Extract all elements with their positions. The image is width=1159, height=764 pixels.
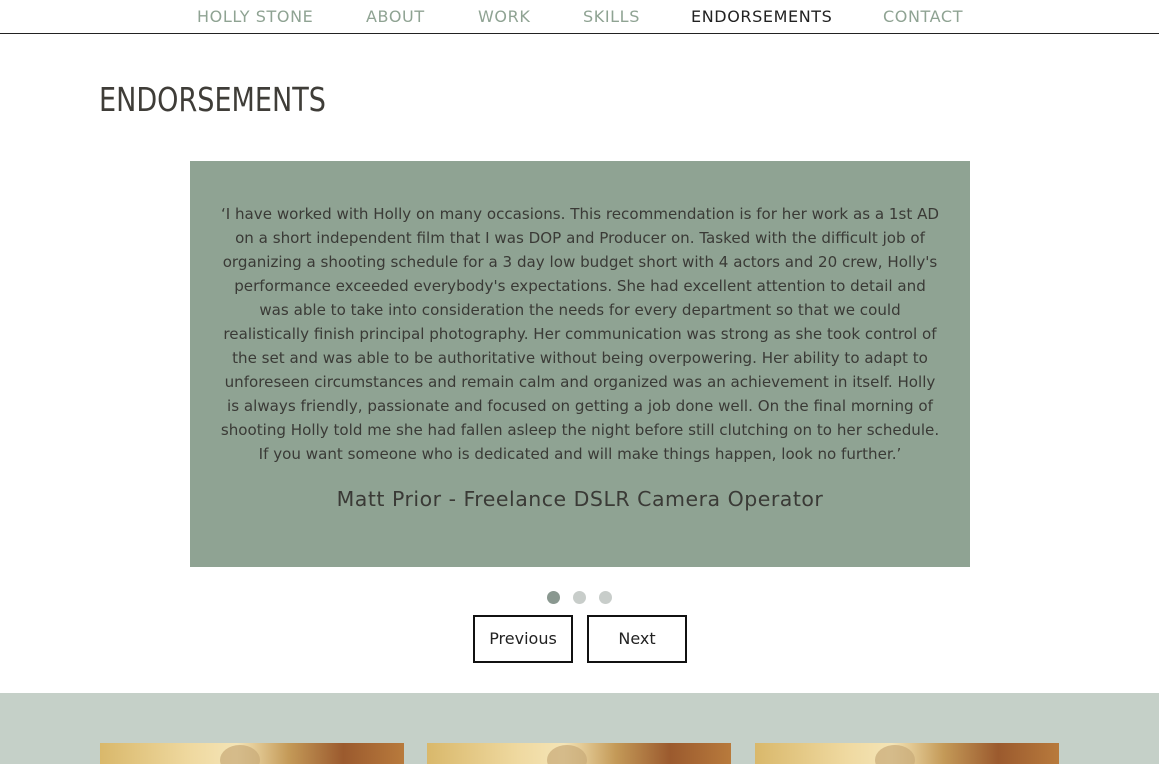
nav-item-holly-stone[interactable]: HOLLY STONE xyxy=(197,7,313,26)
portfolio-image-1[interactable] xyxy=(100,743,404,764)
carousel-dot-2[interactable] xyxy=(573,591,586,604)
nav-item-skills[interactable]: SKILLS xyxy=(583,7,640,26)
portfolio-image-3[interactable] xyxy=(755,743,1059,764)
portfolio-image-2[interactable] xyxy=(427,743,731,764)
nav-item-work[interactable]: WORK xyxy=(478,7,530,26)
previous-button[interactable]: Previous xyxy=(473,615,573,663)
portfolio-band xyxy=(0,693,1159,764)
carousel-dot-1[interactable] xyxy=(547,591,560,604)
endorsement-quote: ‘I have worked with Holly on many occasi… xyxy=(220,205,940,463)
page-title: ENDORSEMENTS xyxy=(99,80,326,119)
nav-item-endorsements[interactable]: ENDORSEMENTS xyxy=(691,7,832,26)
endorsement-slide: ‘I have worked with Holly on many occasi… xyxy=(190,161,970,567)
nav-item-about[interactable]: ABOUT xyxy=(366,7,425,26)
top-navigation: HOLLY STONE ABOUT WORK SKILLS ENDORSEMEN… xyxy=(0,0,1159,34)
nav-item-contact[interactable]: CONTACT xyxy=(883,7,963,26)
endorsement-author: Matt Prior - Freelance DSLR Camera Opera… xyxy=(336,487,824,511)
next-button[interactable]: Next xyxy=(587,615,687,663)
carousel-dot-3[interactable] xyxy=(599,591,612,604)
